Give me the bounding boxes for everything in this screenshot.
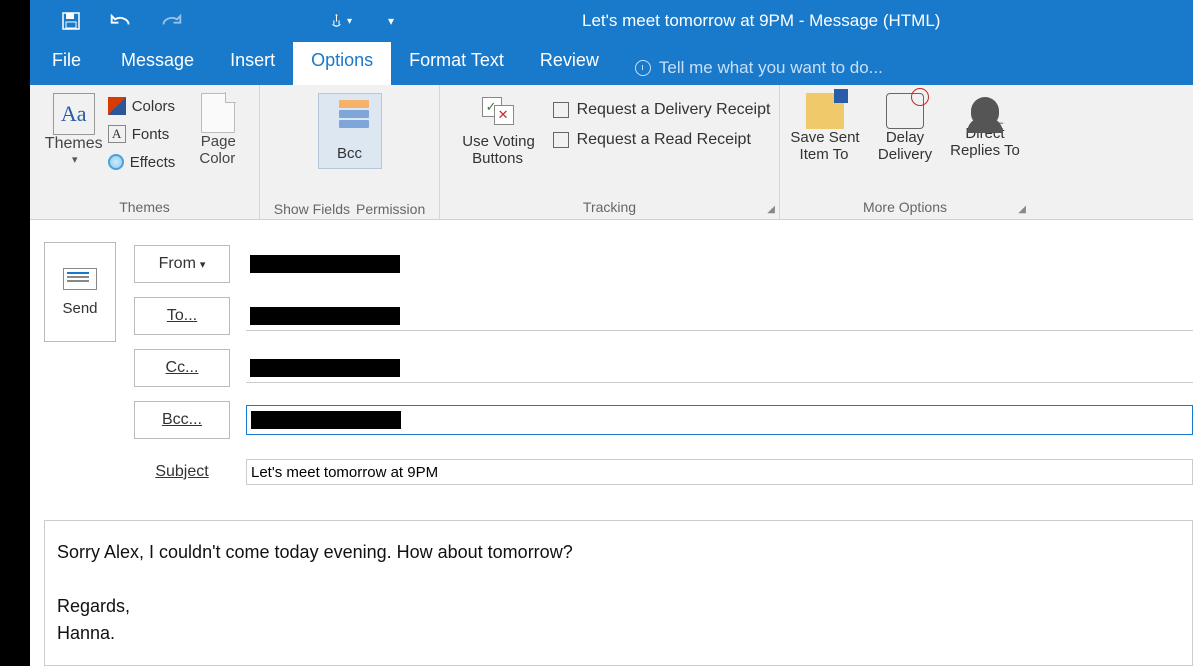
window-title: Let's meet tomorrow at 9PM - Message (HT… — [582, 11, 940, 31]
body-line: Hanna. — [57, 620, 1180, 647]
subject-label: Subject — [134, 453, 230, 491]
tab-options[interactable]: Options — [293, 42, 391, 85]
group-label-show-fields: Show Fields — [274, 201, 350, 217]
colors-button[interactable]: Colors — [108, 93, 184, 119]
message-body[interactable]: Sorry Alex, I couldn't come today evenin… — [44, 520, 1193, 666]
from-button[interactable]: From ▾ — [134, 245, 230, 283]
read-receipt-label: Request a Read Receipt — [577, 131, 751, 149]
save-sent-item-button[interactable]: Save Sent Item To — [787, 93, 863, 163]
fonts-button[interactable]: A Fonts — [108, 121, 184, 147]
send-label: Send — [62, 300, 97, 317]
group-label-permission: Permission — [356, 201, 425, 217]
checkbox-icon — [553, 102, 569, 118]
bcc-button[interactable]: Bcc — [318, 93, 382, 169]
to-button[interactable]: To... — [134, 297, 230, 335]
effects-icon — [108, 154, 124, 170]
voting-label: Use Voting Buttons — [449, 133, 549, 167]
bcc-icon — [331, 100, 369, 136]
touch-mode-icon[interactable]: ▾ — [330, 10, 352, 32]
delay-delivery-icon — [886, 93, 924, 129]
tab-format-text[interactable]: Format Text — [391, 42, 522, 85]
dialog-launcher-icon[interactable]: ◢ — [1018, 204, 1026, 215]
tab-insert[interactable]: Insert — [212, 42, 293, 85]
body-line: Regards, — [57, 593, 1180, 620]
lightbulb-icon — [635, 60, 651, 76]
group-more-options: Save Sent Item To Delay Delivery ← Direc… — [780, 85, 1030, 219]
voting-buttons[interactable]: ✓✕ Use Voting Buttons — [449, 93, 549, 167]
compose-pane: Send From ▾ user0@example.com To... user… — [30, 220, 1193, 666]
direct-replies-button[interactable]: ← Direct Replies To — [947, 93, 1023, 159]
save-icon[interactable] — [60, 10, 82, 32]
bcc-field[interactable]: user3@example.com — [246, 405, 1193, 435]
delay-delivery-button[interactable]: Delay Delivery — [867, 93, 943, 163]
group-label-more-options: More Options — [863, 199, 947, 217]
save-sent-icon — [806, 93, 844, 129]
to-field[interactable]: user1@example.com — [246, 301, 1193, 331]
checkbox-icon — [553, 132, 569, 148]
undo-icon[interactable] — [110, 10, 132, 32]
delivery-receipt-label: Request a Delivery Receipt — [577, 101, 771, 119]
tab-message[interactable]: Message — [103, 42, 212, 85]
delivery-receipt-checkbox[interactable]: Request a Delivery Receipt — [553, 101, 771, 119]
page-color-icon — [201, 93, 235, 133]
colors-icon — [108, 97, 126, 115]
colors-label: Colors — [132, 98, 175, 115]
tab-review[interactable]: Review — [522, 42, 617, 85]
envelope-icon — [63, 268, 97, 290]
subject-field[interactable] — [246, 459, 1193, 485]
quick-access-toolbar: ▾ ▾ — [60, 10, 402, 32]
body-line: Sorry Alex, I couldn't come today evenin… — [57, 539, 1180, 566]
ribbon-tabs: File Message Insert Options Format Text … — [30, 42, 1193, 85]
tab-file[interactable]: File — [30, 42, 103, 85]
group-label-themes: Themes — [119, 199, 170, 217]
bcc-field-button[interactable]: Bcc... — [134, 401, 230, 439]
redo-icon[interactable] — [160, 10, 182, 32]
from-field[interactable]: user0@example.com — [246, 249, 1193, 279]
group-themes: Aa Themes ▾ Colors A Fonts Effects Page C… — [30, 85, 260, 219]
send-button[interactable]: Send — [44, 242, 116, 342]
themes-button[interactable]: Aa Themes ▾ — [42, 93, 106, 166]
tell-me-placeholder: Tell me what you want to do... — [659, 58, 883, 78]
fonts-icon: A — [108, 125, 126, 143]
read-receipt-checkbox[interactable]: Request a Read Receipt — [553, 131, 771, 149]
delay-delivery-label: Delay Delivery — [867, 129, 943, 163]
group-label-tracking: Tracking — [583, 199, 636, 217]
customize-qat-icon[interactable]: ▾ — [380, 10, 402, 32]
group-tracking: ✓✕ Use Voting Buttons Request a Delivery… — [440, 85, 780, 219]
page-color-button[interactable]: Page Color — [189, 93, 247, 167]
bcc-label: Bcc — [337, 145, 362, 162]
effects-label: Effects — [130, 154, 176, 171]
ribbon: Aa Themes ▾ Colors A Fonts Effects Page C… — [30, 85, 1193, 220]
themes-label: Themes — [45, 135, 103, 153]
save-sent-label: Save Sent Item To — [787, 129, 863, 163]
cc-field[interactable]: user2@example.com — [246, 353, 1193, 383]
tell-me-search[interactable]: Tell me what you want to do... — [617, 42, 883, 85]
fonts-label: Fonts — [132, 126, 170, 143]
group-show-fields: Bcc Show Fields Permission — [260, 85, 440, 219]
dialog-launcher-icon[interactable]: ◢ — [767, 204, 775, 215]
effects-button[interactable]: Effects — [108, 149, 184, 175]
title-bar: ▾ ▾ Let's meet tomorrow at 9PM - Message… — [30, 0, 1193, 42]
themes-icon: Aa — [53, 93, 95, 135]
direct-replies-icon: ← — [971, 97, 999, 125]
voting-icon: ✓✕ — [478, 93, 520, 133]
cc-button[interactable]: Cc... — [134, 349, 230, 387]
page-color-label: Page Color — [189, 133, 247, 167]
